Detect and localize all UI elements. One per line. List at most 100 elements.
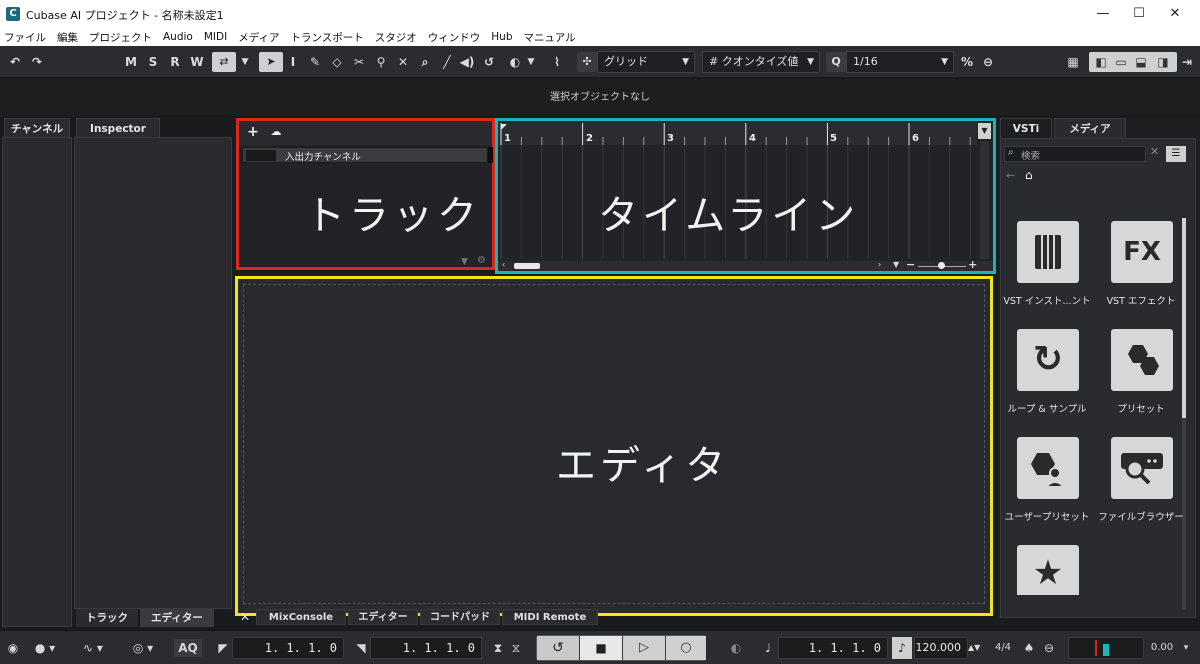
add-track-preset-icon[interactable]: ☁ — [267, 124, 285, 140]
object-select-tool-icon[interactable]: ➤ — [259, 52, 283, 72]
tab-vsti[interactable]: VSTi — [1000, 118, 1052, 138]
performance-meter-icon[interactable]: ◉ — [4, 639, 22, 657]
media-search-input[interactable]: ⌕ 検索 — [1004, 146, 1146, 162]
glue-tool-icon[interactable]: ⚲ — [372, 52, 390, 72]
tempo-field[interactable]: 120.000 — [914, 637, 968, 659]
tab-midi-remote[interactable]: MIDI Remote — [502, 609, 598, 625]
line-tool-icon[interactable]: ╱ — [438, 52, 456, 72]
mute-tool-icon[interactable]: ✕ — [394, 52, 412, 72]
menu-studio[interactable]: スタジオ — [375, 30, 417, 45]
split-tool-icon[interactable]: ✂ — [350, 52, 368, 72]
menu-file[interactable]: ファイル — [4, 30, 46, 45]
record-icon[interactable]: ○ — [666, 636, 706, 660]
quantize-value-dropdown[interactable]: 1/16 ▼ — [846, 51, 954, 73]
midi-input-icon[interactable]: ◎ ▾ — [126, 639, 160, 657]
audio-input-icon[interactable]: ∿ ▾ — [76, 639, 110, 657]
zoom-preset-dropdown-icon[interactable]: ▼ — [893, 260, 899, 269]
left-locator-field[interactable]: 1. 1. 1. 0 — [232, 637, 344, 659]
lower-zone-toggle-icon[interactable]: ⬓ — [1132, 52, 1150, 72]
tab-editor-lower[interactable]: エディター — [348, 609, 418, 625]
metronome-icon[interactable]: ♠ — [1020, 639, 1038, 657]
right-locator-flag-icon[interactable]: ◥ — [354, 639, 368, 657]
vertical-scrollbar[interactable] — [980, 141, 989, 259]
zoom-in-icon[interactable]: + — [968, 258, 977, 271]
io-channel-row[interactable]: 入出力チャンネル — [242, 147, 488, 163]
record-mode-icon[interactable]: ● ▾ — [30, 639, 60, 657]
undo-icon[interactable]: ↶ — [6, 52, 24, 72]
media-scroll-thumb[interactable] — [1182, 218, 1186, 418]
back-icon[interactable]: ← — [1006, 169, 1015, 182]
stop-icon[interactable]: ■ — [580, 636, 622, 660]
close-button[interactable]: ✕ — [1152, 0, 1198, 28]
tempo-track-icon[interactable]: ♪ — [892, 637, 912, 659]
snap-icon[interactable]: ✣ — [577, 52, 597, 72]
play-tool-icon[interactable]: ◀) — [458, 52, 476, 72]
iterative-quantize-icon[interactable]: % — [958, 52, 976, 72]
automation-mode-icon[interactable]: ⇄ — [212, 52, 236, 72]
zoom-tool-icon[interactable]: ⌕ — [416, 52, 434, 72]
timewarp-tool-icon[interactable]: ↺ — [480, 52, 498, 72]
loop-icon[interactable]: ↻ — [1017, 329, 1079, 391]
right-zone-toggle-icon[interactable]: ◨ — [1154, 52, 1172, 72]
play-icon[interactable]: ▷ — [623, 636, 665, 660]
cycle-icon[interactable]: ↺ — [537, 636, 579, 660]
read-button[interactable]: R — [166, 52, 184, 72]
tempo-stepper-icon[interactable]: ▲▼ — [968, 639, 980, 657]
vst-instruments-tile[interactable] — [1017, 221, 1079, 283]
file-browser-tile[interactable] — [1111, 437, 1173, 499]
presets-tile[interactable] — [1111, 329, 1173, 391]
transport-settings-dropdown-icon[interactable]: ▾ — [1178, 639, 1194, 657]
auto-quantize-button[interactable]: AQ — [174, 639, 202, 657]
quantize-apply-icon[interactable]: ⊖ — [978, 52, 998, 72]
snap-toggle-icon[interactable]: ⌇ — [546, 52, 568, 72]
punch-in-icon[interactable]: ⧗ — [490, 639, 506, 657]
setup-window-icon[interactable]: ⇥ — [1178, 52, 1196, 72]
color-dropdown-icon[interactable]: ▼ — [524, 52, 538, 72]
track-settings-gear-icon[interactable]: ⚙ — [477, 255, 486, 266]
menu-midi[interactable]: MIDI — [204, 31, 227, 43]
horizontal-scroll-thumb[interactable] — [514, 263, 540, 269]
time-signature[interactable]: 4/4 — [992, 639, 1014, 657]
menu-project[interactable]: プロジェクト — [89, 30, 152, 45]
color-tool-icon[interactable]: ◐ — [505, 52, 525, 72]
ruler-menu-icon[interactable]: ▼ — [978, 123, 991, 139]
sync-icon[interactable]: ⊖ — [1040, 639, 1058, 657]
list-view-icon[interactable]: ☰ — [1166, 146, 1186, 162]
scroll-left-icon[interactable]: ‹ — [502, 260, 505, 269]
menu-hub[interactable]: Hub — [491, 31, 512, 43]
grid-type-dropdown[interactable]: グリッド ▼ — [597, 51, 695, 73]
scroll-right-icon[interactable]: › — [878, 260, 881, 269]
star-icon[interactable]: ★ — [1017, 545, 1079, 595]
quantize-q-button[interactable]: Q — [826, 52, 846, 72]
menu-manual[interactable]: マニュアル — [523, 30, 575, 45]
close-lower-zone-icon[interactable]: ✕ — [237, 609, 253, 625]
tab-channel[interactable]: チャンネル — [4, 118, 70, 138]
zoom-slider-handle[interactable] — [938, 262, 945, 269]
tab-track-inspector[interactable]: トラック — [76, 609, 138, 627]
note-icon[interactable]: ♩ — [760, 639, 776, 657]
zoom-out-icon[interactable]: − — [906, 258, 915, 271]
track-filter-dropdown-icon[interactable]: ▼ — [461, 257, 468, 267]
clear-search-icon[interactable]: ✕ — [1150, 145, 1159, 158]
range-tool-icon[interactable]: Ⅰ — [284, 52, 302, 72]
metronome-click-icon[interactable]: ◐ — [726, 639, 746, 657]
user-presets-tile[interactable] — [1017, 437, 1079, 499]
redo-icon[interactable]: ↷ — [28, 52, 46, 72]
mute-button[interactable]: M — [122, 52, 140, 72]
menu-audio[interactable]: Audio — [163, 31, 193, 43]
tab-media[interactable]: メディア — [1054, 118, 1126, 138]
draw-tool-icon[interactable]: ✎ — [306, 52, 324, 72]
inspector-toggle-icon[interactable]: ▭ — [1112, 52, 1130, 72]
write-button[interactable]: W — [188, 52, 206, 72]
left-locator-flag-icon[interactable]: ◤ — [216, 639, 230, 657]
tab-editor-inspector[interactable]: エディター — [140, 609, 214, 627]
menu-edit[interactable]: 編集 — [57, 30, 78, 45]
punch-out-icon[interactable]: ⧖ — [508, 639, 524, 657]
tab-chord-pads[interactable]: コードパッド — [420, 609, 500, 625]
quantize-type-dropdown[interactable]: # クオンタイズ値 ▼ — [702, 51, 820, 73]
home-icon[interactable]: ⌂ — [1025, 168, 1033, 182]
right-locator-field[interactable]: 1. 1. 1. 0 — [370, 637, 482, 659]
menu-media[interactable]: メディア — [238, 30, 279, 45]
tab-inspector[interactable]: Inspector — [76, 118, 160, 138]
menu-window[interactable]: ウィンドウ — [428, 30, 481, 45]
